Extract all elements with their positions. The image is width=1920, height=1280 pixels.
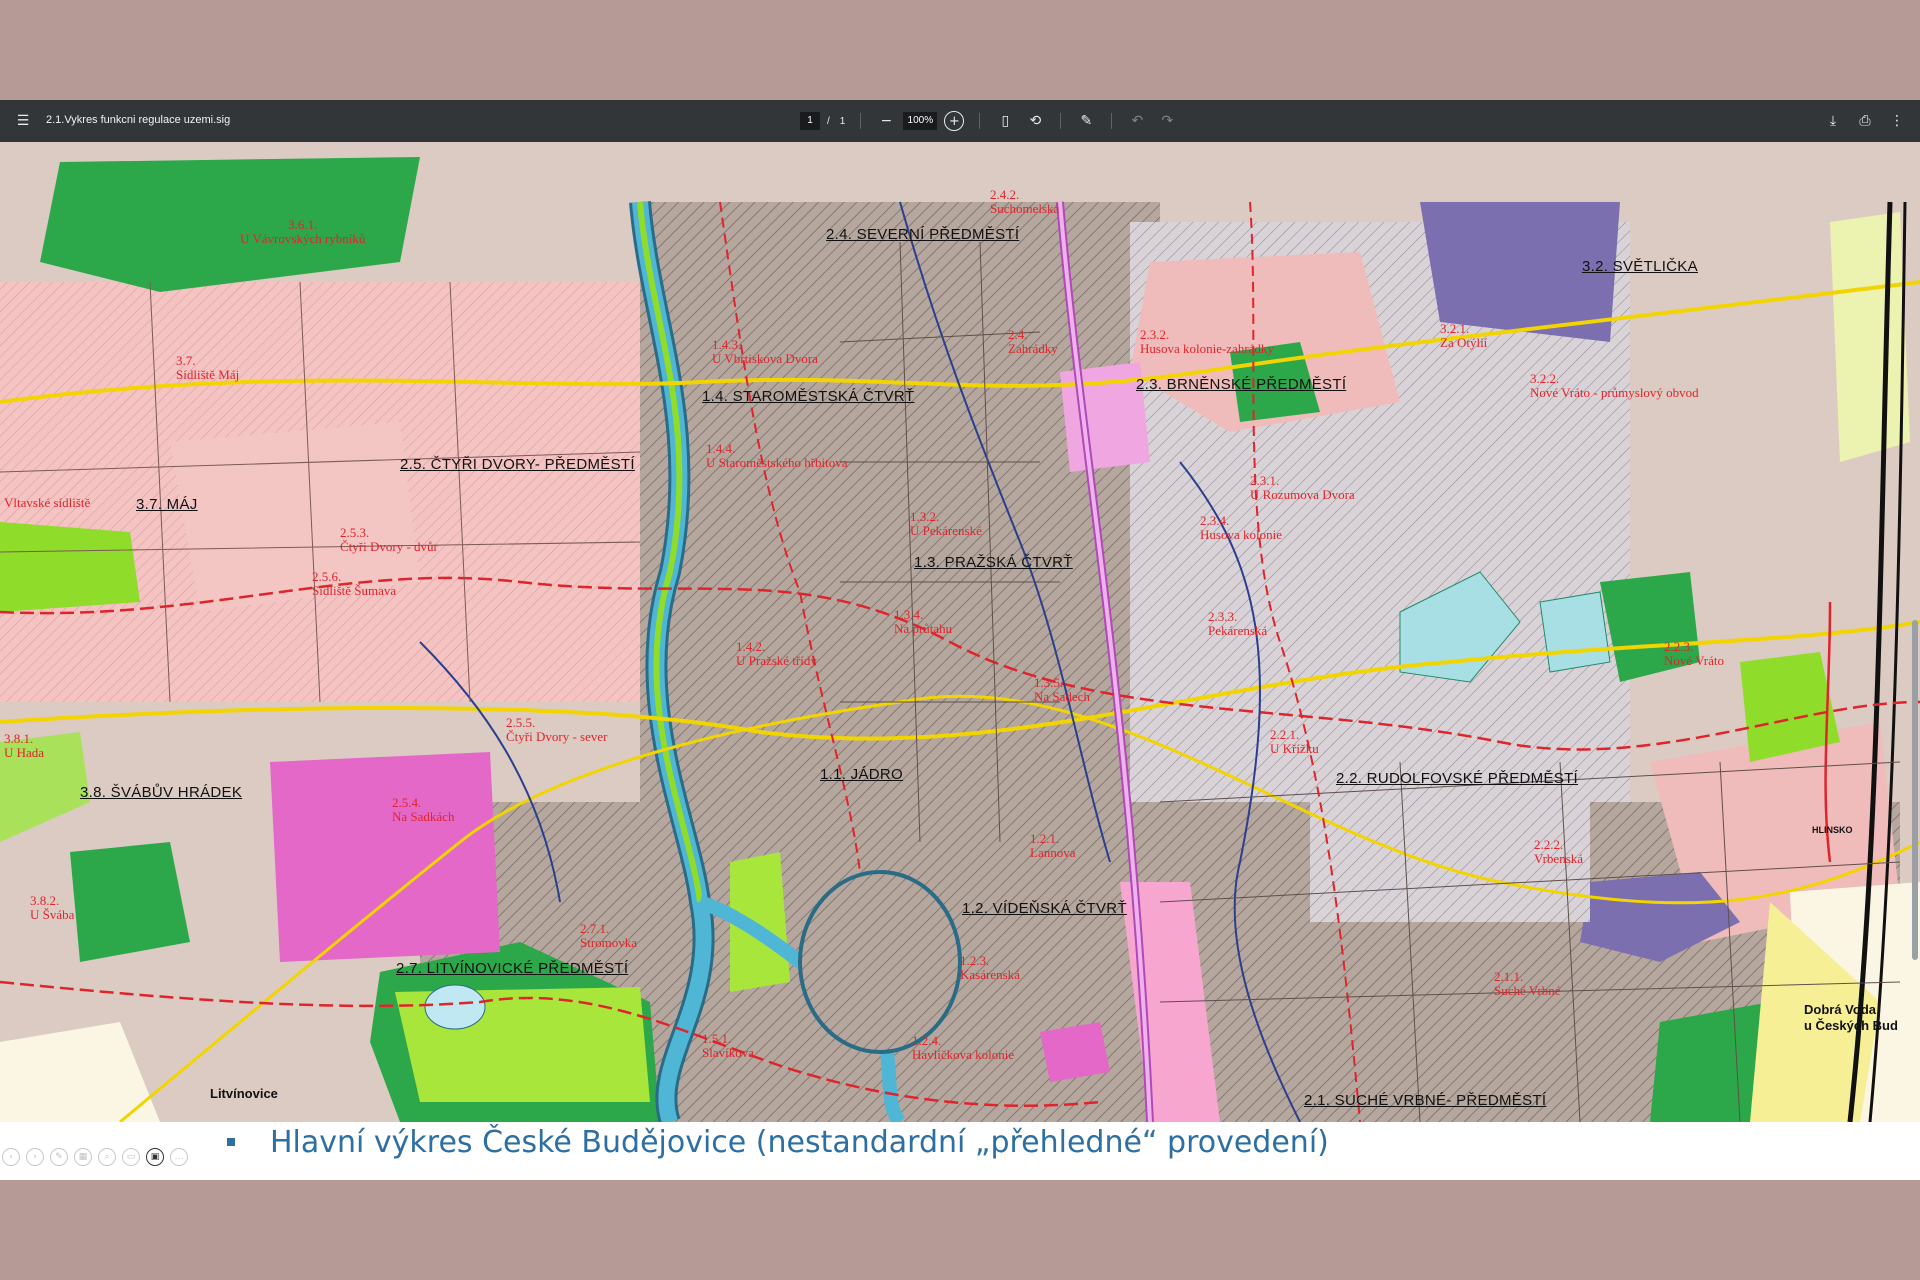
caption-bullet <box>227 1138 235 1146</box>
zoning-map[interactable]: 2.4. SEVERNÍ PŘEDMĚSTÍ 3.2. SVĚTLIČKA 1.… <box>0 142 1920 1122</box>
rotate-icon[interactable]: ⟲ <box>1022 108 1048 134</box>
zoom-in-icon: + <box>944 111 965 131</box>
download-icon[interactable]: ⤓ <box>1820 108 1846 134</box>
fit-page-icon[interactable]: ▯ <box>992 108 1018 134</box>
toolbar-divider <box>979 113 981 129</box>
zone-label: 2.3.4. Husova kolonie <box>1200 513 1282 542</box>
zone-label: Vltavské sídliště <box>4 495 91 510</box>
zone-label: 2.4. Zahrádky <box>1008 327 1058 356</box>
vertical-scrollbar[interactable] <box>1912 620 1918 960</box>
green-area-svabuv <box>70 842 190 962</box>
district-label-staromestska: 1.4. STAROMĚSTSKÁ ČTVRŤ <box>702 388 915 405</box>
page-total: 1 <box>839 115 846 127</box>
zone-label: 2.1.1. Suché Vrbné <box>1494 969 1561 998</box>
presentation-controls: ‹ › ✎ ▦ ⌕ ▭ ▣ … <box>2 1148 188 1166</box>
pond <box>424 984 486 1030</box>
zone-label: 2.2.3. Nové Vráto <box>1664 639 1724 668</box>
toolbar-divider <box>860 113 862 129</box>
toolbar-right: ⤓ ⎙ ⋮ <box>1820 108 1910 134</box>
pdf-viewer-window: ☰ 2.1.Vykres funkcni regulace uzemi.sig … <box>0 100 1920 1180</box>
print-icon[interactable]: ⎙ <box>1852 108 1878 134</box>
district-label-rudolfovske: 2.2. RUDOLFOVSKÉ PŘEDMĚSTÍ <box>1336 770 1579 787</box>
zone-label: 2.5.4. Na Sadkách <box>392 795 455 824</box>
zoom-out-button[interactable]: − <box>873 108 899 134</box>
page-separator: / <box>827 115 830 127</box>
zone-label: 3.2.1. Za Otýlií <box>1440 321 1488 350</box>
district-label-videnska: 1.2. VÍDEŇSKÁ ČTVRŤ <box>962 900 1127 917</box>
zone-label: 2.5.6. Sídliště Šumava <box>312 569 397 598</box>
more-options-icon[interactable]: ⋮ <box>1884 108 1910 134</box>
page-zoom-controls: 1 / 1 − 100% + ▯ ⟲ ✎ ↶ ↷ <box>800 108 1180 134</box>
zoom-in-button[interactable]: + <box>941 108 967 134</box>
district-label-maj: 3.7. MÁJ <box>136 496 198 513</box>
caption-text: Hlavní výkres České Budějovice (nestanda… <box>270 1125 1329 1160</box>
zone-label: 3.6.1. U Vávrovských rybníků <box>240 217 366 246</box>
district-label-ctyri-dvory: 2.5. ČTYŘI DVORY- PŘEDMĚSTÍ <box>400 456 635 473</box>
zone-label: 2.7.1. Stromovka <box>580 921 638 950</box>
zone-label: 1.2.4. Havlíčkova kolonie <box>912 1033 1015 1062</box>
toolbar-divider <box>1111 113 1113 129</box>
district-label-severni: 2.4. SEVERNÍ PŘEDMĚSTÍ <box>826 226 1020 243</box>
slide-caption-bar: ‹ › ✎ ▦ ⌕ ▭ ▣ … Hlavní výkres České Budě… <box>0 1122 1920 1180</box>
district-label-svetlicka: 3.2. SVĚTLIČKA <box>1582 258 1698 275</box>
annotate-icon[interactable]: ✎ <box>1073 108 1099 134</box>
district-label-jadro: 1.1. JÁDRO <box>820 766 904 783</box>
zone-label: 1.3.4. Na průtahu <box>894 607 953 636</box>
zone-label: 2.5.3. Čtyři Dvory - dvůr <box>340 525 438 554</box>
zone-label: 1.4.4. U Staroměstského hřbitova <box>706 441 848 470</box>
district-label-svabuv: 3.8. ŠVÁBŮV HRÁDEK <box>80 784 243 801</box>
document-title: 2.1.Vykres funkcni regulace uzemi.sig <box>46 114 231 126</box>
jadro-core <box>798 870 962 1054</box>
undo-icon[interactable]: ↶ <box>1124 108 1150 134</box>
zone-label: 3.8.2. U Švába <box>30 893 75 922</box>
place-label-dobra-voda: Dobrá Voda u Českých Bud <box>1804 1002 1898 1033</box>
redo-icon[interactable]: ↷ <box>1154 108 1180 134</box>
magnify-icon[interactable]: ⌕ <box>98 1148 116 1166</box>
field-east <box>1830 212 1910 462</box>
zone-label: 2.5.5. Čtyři Dvory - sever <box>506 715 608 744</box>
commercial-area <box>1040 1022 1110 1082</box>
zone-label: 1.4.3. U Vbrtiskova Dvora <box>712 337 818 366</box>
camera-icon[interactable]: ▣ <box>146 1148 164 1166</box>
zone-label: 2.2.2. Vrbenská <box>1534 837 1584 866</box>
zone-label: 2.4.2. Suchomelská <box>990 187 1060 216</box>
water-area <box>1539 591 1611 673</box>
pen-icon[interactable]: ✎ <box>50 1148 68 1166</box>
zone-label: 3.7. Sídliště Máj <box>176 353 240 382</box>
green-area-west <box>0 522 140 612</box>
zone-label: 3.8.1. U Hada <box>4 731 45 760</box>
district-label-prazska: 1.3. PRAŽSKÁ ČTVRŤ <box>914 554 1073 571</box>
zone-label: 2.3.1. U Rozumova Dvora <box>1250 473 1355 502</box>
zone-label: 1.5.1. Slavíkova <box>702 1031 754 1060</box>
commercial-area <box>270 752 500 962</box>
previous-slide-icon[interactable]: ‹ <box>2 1148 20 1166</box>
zone-label: 1.2.1. Lannova <box>1030 831 1076 860</box>
district-label-suche-vrbne: 2.1. SUCHÉ VRBNÉ- PŘEDMĚSTÍ <box>1304 1092 1547 1109</box>
zone-label: 3.2.2. Nové Vráto - průmyslový obvod <box>1530 371 1699 400</box>
zone-label: 2.3.3. Pekárenská <box>1208 609 1268 638</box>
more-icon[interactable]: … <box>170 1148 188 1166</box>
zone-label: 2.3.2. Husova kolonie-zahrádky <box>1140 327 1274 356</box>
zone-label: 1.3.2. U Pekárenské <box>910 509 982 538</box>
zone-label: 2.2.1. U Křížku <box>1270 727 1319 756</box>
toolbar-divider <box>1060 113 1062 129</box>
place-label-litvinovice: Litvínovice <box>210 1086 278 1101</box>
zoom-level-input[interactable]: 100% <box>903 112 938 130</box>
district-label-brnenske: 2.3. BRNĚNSKÉ PŘEDMĚSTÍ <box>1136 376 1347 393</box>
page-number-input[interactable]: 1 <box>800 112 820 130</box>
zone-label: 1.4.2. U Pražské třídy <box>736 639 817 668</box>
menu-icon[interactable]: ☰ <box>10 108 36 134</box>
zone-label: 1.2.3. Kasárenská <box>960 953 1020 982</box>
subtitles-icon[interactable]: ▭ <box>122 1148 140 1166</box>
district-label-litvinovicke: 2.7. LITVÍNOVICKÉ PŘEDMĚSTÍ <box>396 960 629 977</box>
next-slide-icon[interactable]: › <box>26 1148 44 1166</box>
place-label-hlinsko: HLINSKO <box>1812 825 1853 835</box>
slides-grid-icon[interactable]: ▦ <box>74 1148 92 1166</box>
pdf-toolbar: ☰ 2.1.Vykres funkcni regulace uzemi.sig … <box>0 100 1920 142</box>
zone-label: 1.3.5. Na Sadech <box>1034 675 1090 704</box>
